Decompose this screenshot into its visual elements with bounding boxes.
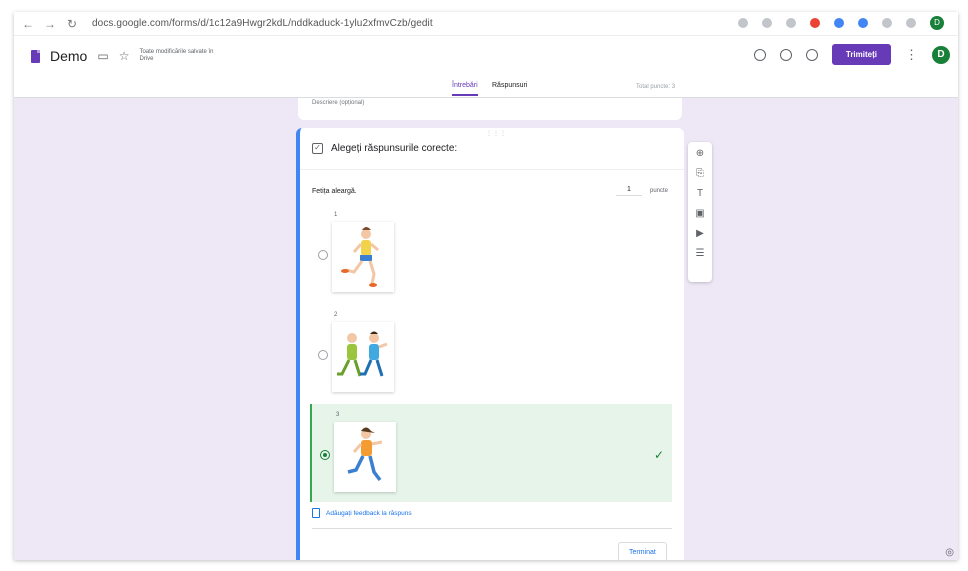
option-2[interactable]: 2 bbox=[310, 304, 672, 402]
radio-button[interactable] bbox=[318, 350, 328, 360]
form-tabs: Întrebări Răspunsuri Total puncte: 3 bbox=[14, 76, 958, 98]
zoom-icon[interactable] bbox=[762, 18, 772, 28]
question-text: Fetița aleargă. bbox=[312, 188, 357, 195]
apps-grid-icon[interactable] bbox=[906, 18, 916, 28]
window-frame: ← → ↻ docs.google.com/forms/d/1c12a9Hwgr… bbox=[14, 12, 958, 560]
feedback-label: Adăugați feedback la răspuns bbox=[326, 509, 412, 517]
two-kids-running-image bbox=[332, 322, 394, 392]
add-question-icon[interactable]: ⊕ bbox=[694, 148, 706, 160]
option-1[interactable]: 1 bbox=[310, 204, 672, 302]
explore-icon[interactable]: ◎ bbox=[945, 547, 954, 558]
total-points: Total puncte: 3 bbox=[636, 84, 676, 90]
forms-logo-icon[interactable] bbox=[31, 49, 40, 63]
folder-icon[interactable]: ▭ bbox=[97, 49, 108, 63]
extension-gray-icon[interactable] bbox=[882, 18, 892, 28]
girl-running-image bbox=[332, 222, 394, 292]
extension-blue-icon[interactable] bbox=[834, 18, 844, 28]
checkbox-icon: ✓ bbox=[312, 143, 323, 154]
form-canvas: Descriere (opțional) ⋮⋮⋮ ✓ Alegeți răspu… bbox=[14, 98, 958, 560]
send-button[interactable]: Trimiteți bbox=[831, 44, 891, 65]
add-title-icon[interactable]: T bbox=[694, 188, 706, 200]
feedback-icon bbox=[312, 508, 320, 518]
extensions-row: D bbox=[738, 16, 944, 30]
arrow-right-icon[interactable]: → bbox=[42, 17, 58, 31]
save-status: Toate modificările salvate în Drive bbox=[139, 49, 214, 62]
star-bookmark-icon[interactable] bbox=[786, 18, 796, 28]
option-number: 2 bbox=[334, 312, 338, 318]
palette-icon[interactable] bbox=[753, 48, 766, 61]
avatar[interactable]: D bbox=[932, 45, 950, 64]
browser-avatar[interactable]: D bbox=[930, 16, 944, 30]
extension-red-icon[interactable] bbox=[810, 18, 820, 28]
points-label: puncte bbox=[650, 188, 669, 194]
option-number: 3 bbox=[336, 412, 340, 418]
add-feedback-link[interactable]: Adăugați feedback la răspuns bbox=[312, 508, 412, 518]
done-button[interactable]: Terminat bbox=[618, 542, 667, 560]
more-vert-icon[interactable]: ⋮ bbox=[905, 47, 918, 63]
radio-button[interactable] bbox=[318, 250, 328, 260]
divider bbox=[312, 528, 672, 529]
extension-blue2-icon[interactable] bbox=[858, 18, 868, 28]
add-image-icon[interactable]: ▣ bbox=[694, 208, 706, 220]
floating-toolbar: ⊕ ⎘ T ▣ ▶ ☰ bbox=[688, 142, 712, 282]
answer-key-title: Alegeți răspunsurile corecte: bbox=[331, 143, 458, 154]
correct-check-icon: ✓ bbox=[653, 448, 664, 462]
option-3[interactable]: 3 ✓ bbox=[310, 404, 672, 502]
girl-running-orange-image bbox=[334, 422, 396, 492]
tab-responses[interactable]: Răspunsuri bbox=[492, 82, 527, 89]
add-video-icon[interactable]: ▶ bbox=[694, 228, 706, 240]
reload-icon[interactable]: ↻ bbox=[64, 17, 80, 31]
points-input[interactable]: 1 bbox=[616, 186, 642, 196]
answer-key-header: ✓ Alegeți răspunsurile corecte: bbox=[300, 128, 684, 170]
preview-eye-icon[interactable] bbox=[779, 48, 792, 61]
address-bar[interactable]: docs.google.com/forms/d/1c12a9Hwgr2kdL/n… bbox=[92, 18, 512, 29]
tab-questions[interactable]: Întrebări bbox=[452, 82, 478, 96]
description-card: Descriere (opțional) bbox=[298, 98, 682, 120]
app-header: Demo ▭ ☆ Toate modificările salvate în D… bbox=[14, 36, 958, 76]
arrow-left-icon[interactable]: ← bbox=[20, 17, 36, 31]
header-actions: Trimiteți ⋮ D bbox=[753, 44, 950, 65]
document-title[interactable]: Demo bbox=[50, 48, 87, 64]
star-icon[interactable]: ☆ bbox=[119, 49, 130, 63]
description-field[interactable]: Descriere (opțional) bbox=[312, 100, 364, 106]
import-questions-icon[interactable]: ⎘ bbox=[694, 168, 706, 180]
radio-button-selected[interactable] bbox=[320, 450, 330, 460]
browser-bar: ← → ↻ docs.google.com/forms/d/1c12a9Hwgr… bbox=[14, 12, 958, 36]
question-card[interactable]: ⋮⋮⋮ ✓ Alegeți răspunsurile corecte: Feti… bbox=[296, 128, 684, 560]
extension-icon[interactable] bbox=[738, 18, 748, 28]
settings-gear-icon[interactable] bbox=[805, 48, 818, 61]
add-section-icon[interactable]: ☰ bbox=[694, 248, 706, 260]
option-number: 1 bbox=[334, 212, 338, 218]
